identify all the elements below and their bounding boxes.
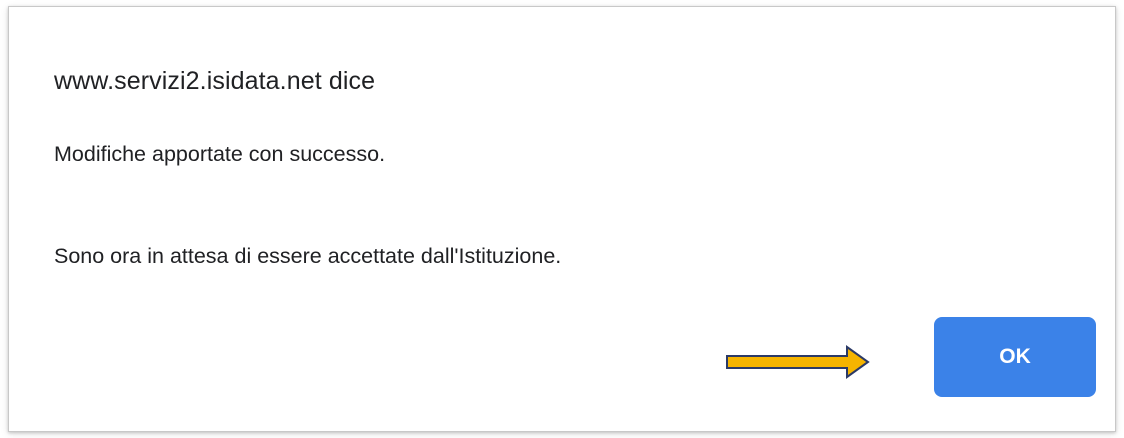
alert-dialog: www.servizi2.isidata.net dice Modifiche … [8,6,1116,432]
arrow-right-icon [726,345,870,379]
ok-button[interactable]: OK [934,317,1096,397]
message-line-1: Modifiche apportate con successo. [54,142,386,166]
dialog-title: www.servizi2.isidata.net dice [54,67,376,95]
message-line-2: Sono ora in attesa di essere accettate d… [54,244,562,268]
